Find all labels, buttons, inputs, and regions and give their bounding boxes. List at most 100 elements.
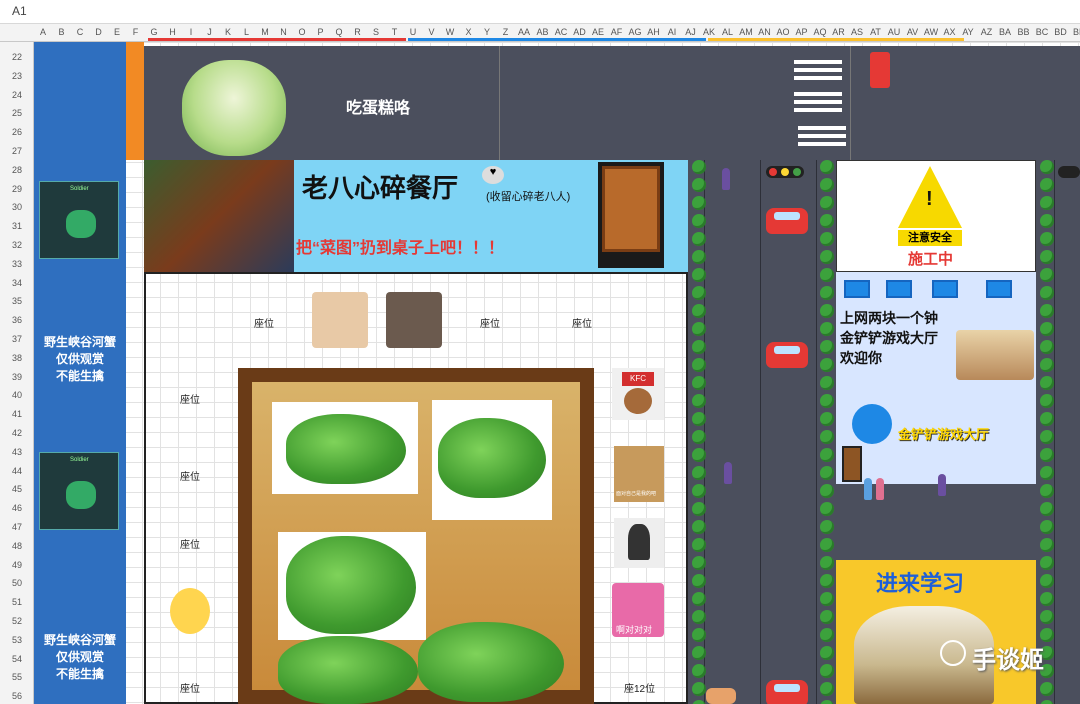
column-letter[interactable]: AM (737, 27, 755, 37)
column-letter[interactable]: BA (996, 27, 1014, 37)
row-number[interactable]: 36 (0, 315, 33, 325)
column-letter[interactable]: V (423, 27, 441, 37)
row-number[interactable]: 39 (0, 372, 33, 382)
seat-label[interactable]: 座位 (572, 315, 592, 330)
row-number[interactable]: 46 (0, 503, 33, 513)
column-letter[interactable]: BE (1070, 27, 1080, 37)
column-letter[interactable]: BB (1015, 27, 1033, 37)
column-letter[interactable]: AO (774, 27, 792, 37)
row-number[interactable]: 44 (0, 466, 33, 476)
column-letter[interactable]: AE (589, 27, 607, 37)
seat-label[interactable]: 座位 (180, 680, 200, 695)
door-icon[interactable] (842, 446, 862, 482)
column-letter[interactable]: AV (904, 27, 922, 37)
seat-label[interactable]: 座位 (180, 391, 200, 406)
seat-label[interactable]: 座位 (180, 536, 200, 551)
column-letter[interactable]: AG (626, 27, 644, 37)
column-letter[interactable]: AB (534, 27, 552, 37)
column-letter[interactable]: AF (608, 27, 626, 37)
column-letter[interactable]: K (219, 27, 237, 37)
row-number[interactable]: 22 (0, 52, 33, 62)
seat-label[interactable]: 座位 (480, 315, 500, 330)
seat-label[interactable]: 座位 (180, 468, 200, 483)
column-letter[interactable]: X (460, 27, 478, 37)
column-letter[interactable]: B (53, 27, 71, 37)
column-letter[interactable]: J (201, 27, 219, 37)
row-number[interactable]: 26 (0, 127, 33, 137)
column-letter[interactable]: U (404, 27, 422, 37)
column-letter[interactable]: M (256, 27, 274, 37)
row-number[interactable]: 25 (0, 108, 33, 118)
row-number[interactable]: 42 (0, 428, 33, 438)
column-letter[interactable]: AL (719, 27, 737, 37)
row-number[interactable]: 34 (0, 278, 33, 288)
seat-label[interactable]: 座12位 (624, 680, 655, 695)
column-letter[interactable]: S (367, 27, 385, 37)
column-letter[interactable]: AD (571, 27, 589, 37)
row-number[interactable]: 37 (0, 334, 33, 344)
row-number[interactable]: 23 (0, 71, 33, 81)
row-number[interactable]: 27 (0, 146, 33, 156)
row-number[interactable]: 50 (0, 578, 33, 588)
column-letter[interactable]: BD (1052, 27, 1070, 37)
column-letter[interactable]: G (145, 27, 163, 37)
row-number[interactable]: 43 (0, 447, 33, 457)
row-number[interactable]: 31 (0, 221, 33, 231)
row-number[interactable]: 38 (0, 353, 33, 363)
row-number[interactable]: 54 (0, 654, 33, 664)
column-letter[interactable]: T (386, 27, 404, 37)
column-letter[interactable]: R (349, 27, 367, 37)
column-letter[interactable]: E (108, 27, 126, 37)
column-letter[interactable]: I (182, 27, 200, 37)
column-letter[interactable]: AW (922, 27, 940, 37)
column-letter[interactable]: F (127, 27, 145, 37)
row-number[interactable]: 45 (0, 484, 33, 494)
column-letter[interactable]: A (34, 27, 52, 37)
column-letter[interactable]: AP (793, 27, 811, 37)
row-number[interactable]: 51 (0, 597, 33, 607)
row-number[interactable]: 49 (0, 560, 33, 570)
column-letter[interactable]: Y (478, 27, 496, 37)
column-letter[interactable]: AJ (682, 27, 700, 37)
row-number[interactable]: 41 (0, 409, 33, 419)
row-number[interactable]: 52 (0, 616, 33, 626)
row-number[interactable]: 28 (0, 165, 33, 175)
column-letter[interactable]: H (164, 27, 182, 37)
row-number[interactable]: 47 (0, 522, 33, 532)
row-number[interactable]: 55 (0, 672, 33, 682)
name-box[interactable]: A1 (0, 0, 1080, 24)
column-letter[interactable]: AY (959, 27, 977, 37)
seat-label[interactable]: 座位 (254, 315, 274, 330)
row-number[interactable]: 33 (0, 259, 33, 269)
row-number[interactable]: 30 (0, 202, 33, 212)
column-letter[interactable]: AX (941, 27, 959, 37)
column-letter[interactable]: BC (1033, 27, 1051, 37)
row-number[interactable]: 40 (0, 390, 33, 400)
row-number[interactable]: 56 (0, 691, 33, 701)
row-number[interactable]: 35 (0, 296, 33, 306)
column-letter[interactable]: AH (645, 27, 663, 37)
column-letter[interactable]: AU (885, 27, 903, 37)
row-number[interactable]: 32 (0, 240, 33, 250)
row-number[interactable]: 48 (0, 541, 33, 551)
column-letter[interactable]: AC (552, 27, 570, 37)
row-number[interactable]: 29 (0, 184, 33, 194)
column-letter[interactable]: AN (756, 27, 774, 37)
column-letter[interactable]: Z (497, 27, 515, 37)
column-letter[interactable]: AA (515, 27, 533, 37)
column-letter[interactable]: P (312, 27, 330, 37)
column-letter[interactable]: AR (830, 27, 848, 37)
column-letter[interactable]: O (293, 27, 311, 37)
column-letter[interactable]: AK (700, 27, 718, 37)
column-letter[interactable]: N (275, 27, 293, 37)
column-letter[interactable]: AZ (978, 27, 996, 37)
column-letter[interactable]: AI (663, 27, 681, 37)
column-letter[interactable]: D (90, 27, 108, 37)
column-letter[interactable]: L (238, 27, 256, 37)
row-number[interactable]: 53 (0, 635, 33, 645)
column-letter[interactable]: AQ (811, 27, 829, 37)
column-letter[interactable]: Q (330, 27, 348, 37)
column-letter[interactable]: AT (867, 27, 885, 37)
column-letter[interactable]: AS (848, 27, 866, 37)
row-number[interactable]: 24 (0, 90, 33, 100)
